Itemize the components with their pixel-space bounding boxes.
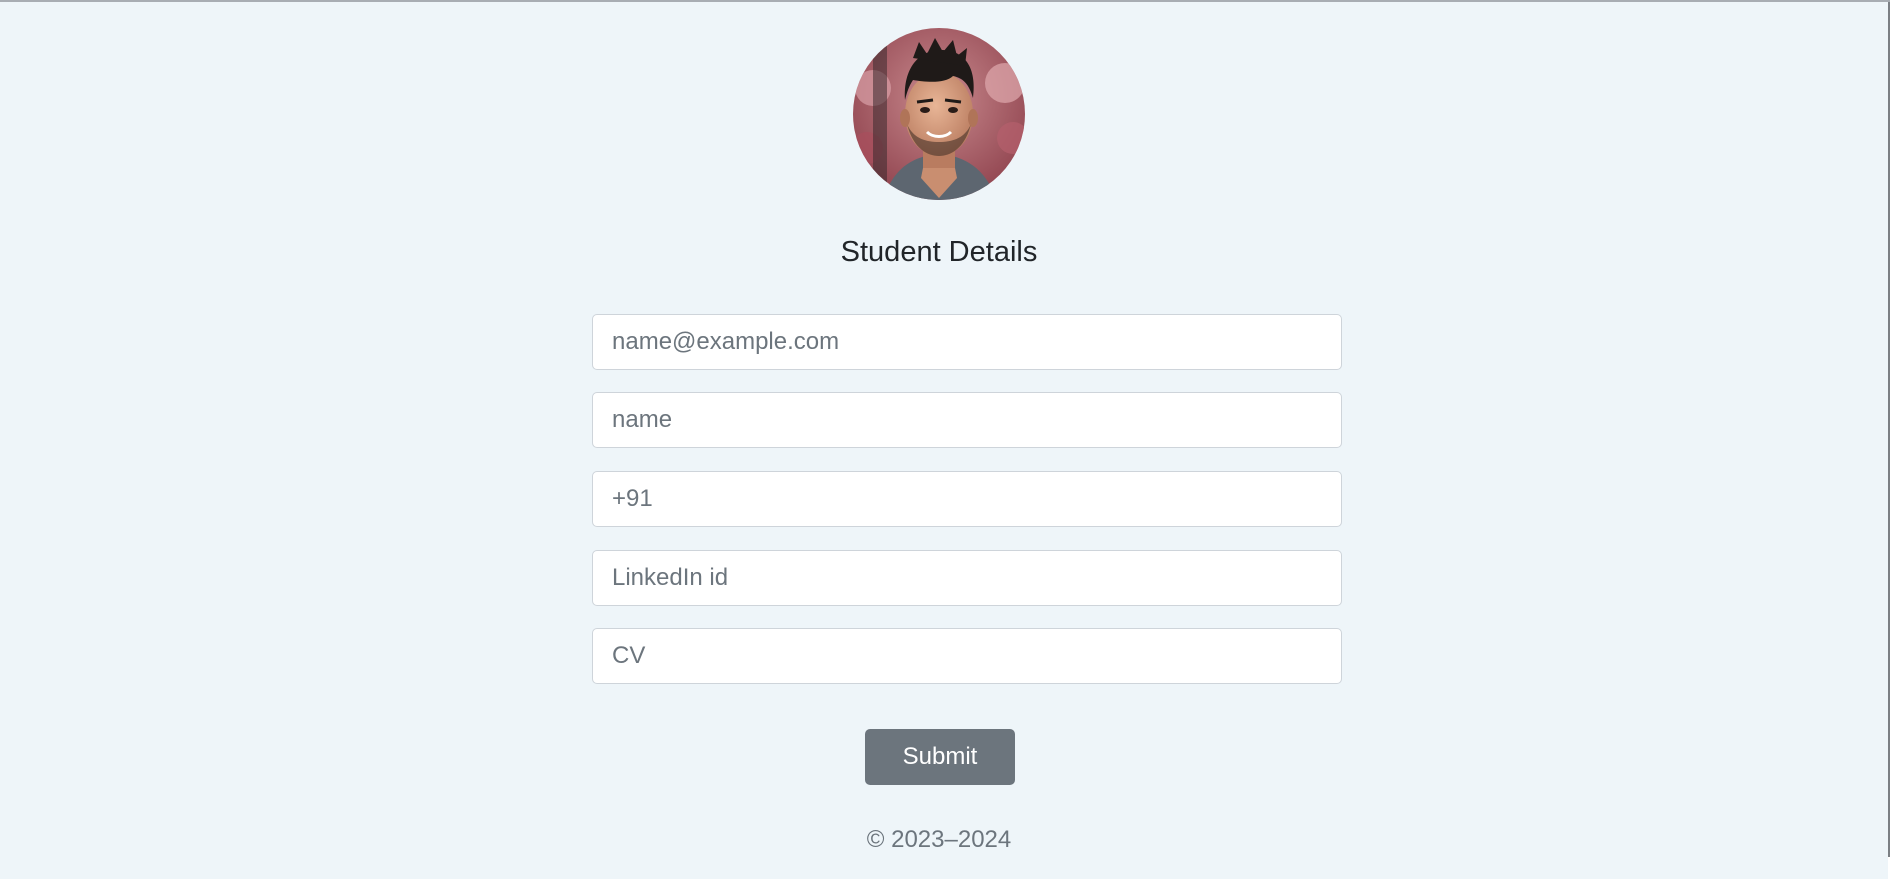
email-field[interactable]	[592, 314, 1342, 370]
name-field[interactable]	[592, 392, 1342, 448]
page-title: Student Details	[840, 236, 1038, 268]
profile-photo-image	[853, 28, 1025, 200]
cv-field[interactable]	[592, 628, 1342, 684]
linkedin-field[interactable]	[592, 550, 1342, 606]
profile-avatar	[853, 28, 1025, 200]
submit-button[interactable]: Submit	[865, 729, 1015, 785]
copyright-footer: © 2023–2024	[866, 826, 1012, 853]
phone-field[interactable]	[592, 471, 1342, 527]
